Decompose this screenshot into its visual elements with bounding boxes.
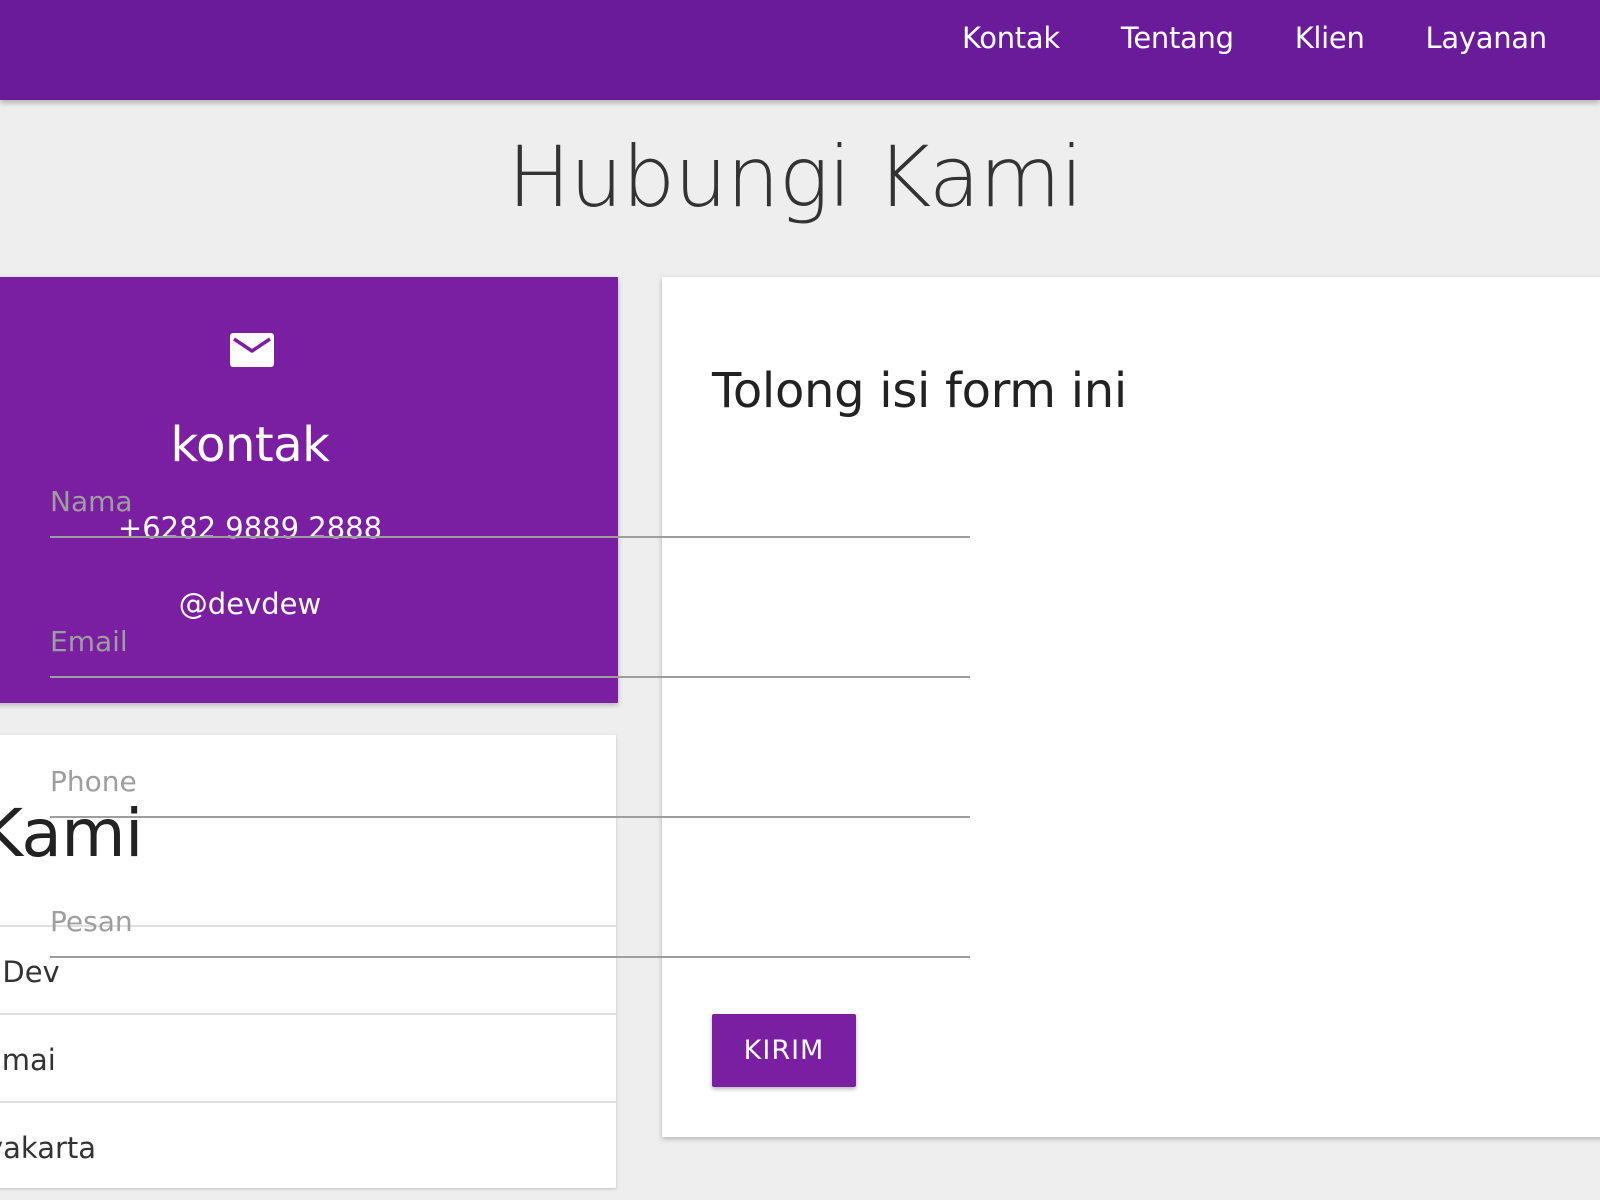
submit-button[interactable]: KIRIM — [712, 1014, 856, 1087]
nav-link-klien[interactable]: Klien — [1295, 21, 1365, 55]
nav-link-kontak[interactable]: Kontak — [962, 21, 1060, 55]
page-title: Hubungi Kami — [507, 128, 1084, 226]
nav-link-layanan[interactable]: Layanan — [1426, 21, 1548, 55]
office-item-text: yakarta — [0, 1131, 97, 1165]
nav-links: Kontak Tentang Klien Layanan Pe — [962, 0, 1600, 76]
email-field[interactable] — [50, 618, 970, 678]
name-field[interactable] — [50, 478, 970, 538]
form-title: Tolong isi form ini — [712, 363, 1127, 419]
office-item-text: amai — [0, 1043, 56, 1077]
list-item: yakarta — [0, 1101, 616, 1188]
mail-icon — [230, 333, 274, 367]
office-list: v Dev amai yakarta — [0, 925, 616, 1188]
list-item: amai — [0, 1013, 616, 1101]
message-field[interactable] — [50, 898, 970, 958]
office-item-text: v Dev — [0, 955, 60, 989]
top-navbar: Kontak Tentang Klien Layanan Pe — [0, 0, 1600, 100]
contact-social-handle: @devdew — [178, 587, 322, 621]
phone-field[interactable] — [50, 758, 970, 818]
nav-link-tentang[interactable]: Tentang — [1121, 21, 1234, 55]
contact-form-card: Tolong isi form ini — [662, 277, 1600, 1137]
contact-title: kontak — [170, 417, 330, 473]
